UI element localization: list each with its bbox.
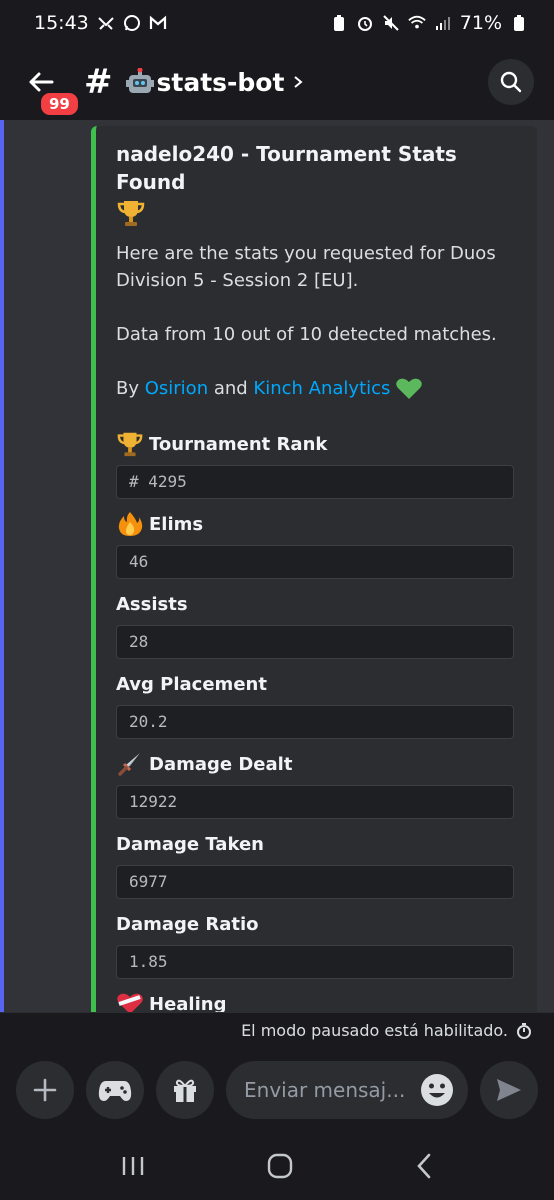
search-button[interactable] [488,59,534,105]
green-heart-icon [396,378,423,399]
field-damage-ratio: Damage Ratio 1.85 [116,909,519,979]
field-tournament-rank: Tournament Rank # 4295 [116,429,519,499]
trophy-icon [116,430,144,458]
field-label: Tournament Rank [149,433,328,455]
battery-icon [510,14,528,32]
gamepad-icon [98,1081,132,1101]
plus-icon [33,1078,57,1102]
back-button[interactable]: 99 [26,64,81,118]
signal-icon [434,14,452,32]
field-value: 20.2 [116,705,514,739]
paused-mode-bar: El modo pausado está habilitado. [0,1012,554,1048]
battery-saver-icon [330,14,348,32]
kinch-analytics-link[interactable]: Kinch Analytics [253,375,390,402]
field-label: Elims [149,513,204,535]
robot-icon [125,68,154,93]
emoji-icon[interactable] [420,1073,454,1107]
new-messages-line [0,120,4,1012]
message-placeholder: Enviar mensaj... [244,1078,406,1102]
system-nav-bar [0,1132,554,1200]
send-button[interactable] [480,1061,538,1119]
recents-icon[interactable] [121,1155,145,1177]
description-matches: Data from 10 out of 10 detected matches. [116,324,497,345]
description-credits: By Osirion and Kinch Analytics [116,375,519,402]
nav-back-icon[interactable] [415,1153,433,1179]
field-label: Avg Placement [116,673,267,695]
field-assists: Assists 28 [116,589,519,659]
field-value: 1.85 [116,945,514,979]
field-label: Assists [116,593,188,615]
unread-badge: 99 [38,90,81,118]
field-label: Damage Ratio [116,913,259,935]
field-elims: Elims 46 [116,509,519,579]
send-icon [497,1079,521,1101]
message-list[interactable]: nadelo240 - Tournament Stats Found Here … [0,120,554,1012]
gift-button[interactable] [156,1061,214,1119]
alarm-icon [356,14,374,32]
field-avg-placement: Avg Placement 20.2 [116,669,519,739]
fire-icon [116,510,144,538]
missed-call-icon [97,14,115,32]
wifi-icon [408,14,426,32]
field-label: Healing [149,993,227,1013]
mending-heart-icon [116,990,144,1012]
status-bar: 15:43 71% [0,0,554,46]
status-time: 15:43 [34,12,89,34]
embed-description: Here are the stats you requested for Duo… [116,240,519,402]
battery-percent: 71% [459,12,502,34]
stats-embed: nadelo240 - Tournament Stats Found Here … [91,126,537,1012]
channel-name[interactable]: stats-bot [157,68,285,97]
chevron-right-icon [294,76,303,88]
channel-header: 99 # stats-bot [0,46,554,118]
channel-hash-icon: # [84,62,113,102]
field-value: 6977 [116,865,514,899]
field-value: 12922 [116,785,514,819]
description-request: Here are the stats you requested for Duo… [116,243,496,291]
field-value: 46 [116,545,514,579]
field-label: Damage Taken [116,833,264,855]
home-icon[interactable] [267,1153,293,1179]
field-damage-dealt: Damage Dealt 12922 [116,749,519,819]
field-value: 28 [116,625,514,659]
gmail-icon [149,14,167,32]
activities-button[interactable] [86,1061,144,1119]
message-composer: Enviar mensaj... [0,1048,554,1132]
add-attachment-button[interactable] [16,1061,74,1119]
osirion-link[interactable]: Osirion [145,375,208,402]
timer-icon [517,1022,531,1039]
dagger-icon [116,750,144,778]
message-input[interactable]: Enviar mensaj... [226,1061,468,1119]
by-text: By [116,378,145,399]
whatsapp-icon [123,14,141,32]
field-damage-taken: Damage Taken 6977 [116,829,519,899]
paused-notice: El modo pausado está habilitado. [241,1021,508,1040]
embed-title-trophy [116,196,519,230]
mute-icon [382,14,400,32]
field-value: # 4295 [116,465,514,499]
trophy-icon [117,201,145,226]
field-label: Damage Dealt [149,753,293,775]
gift-icon [174,1079,196,1102]
search-icon [500,71,522,93]
field-healing: Healing 1965 [116,989,519,1012]
and-text: and [208,378,254,399]
embed-title: nadelo240 - Tournament Stats Found [116,142,457,194]
